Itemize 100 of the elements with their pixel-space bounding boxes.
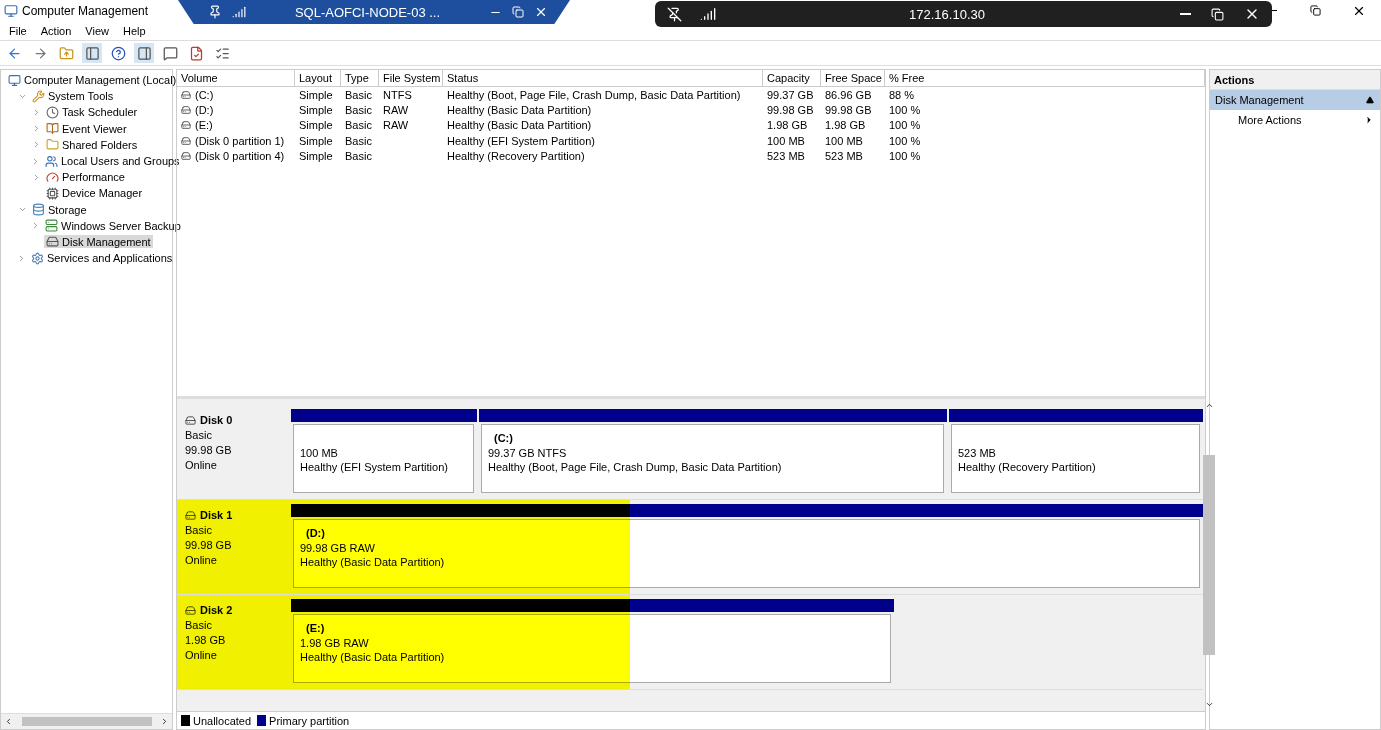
minimize-icon [1180, 13, 1191, 15]
table-cell-text: 100 % [888, 118, 922, 134]
close-icon[interactable] [534, 5, 548, 19]
tree-item[interactable]: Computer Management (Local) [6, 73, 179, 87]
partition-block[interactable]: 523 MB Healthy (Recovery Partition) [951, 424, 1200, 493]
remote-session-title: SQL-AOFCI-NODE-03 ... [293, 4, 442, 20]
comment-icon [162, 45, 178, 61]
toolbar-button[interactable] [82, 43, 102, 63]
table-cell-text: 1.98 GB [824, 118, 867, 134]
table-cell-text: Simple [298, 149, 334, 164]
table-cell: (E:) [177, 117, 295, 134]
disk-status: Online [185, 553, 218, 567]
chip-icon [46, 186, 59, 200]
table-cell-text: RAW [382, 103, 410, 118]
column-header[interactable]: Free Space [821, 70, 885, 87]
toolbar-button[interactable] [134, 43, 154, 63]
folder-up-icon [58, 45, 74, 61]
disk-size: 99.98 GB [185, 538, 233, 552]
table-cell-text: RAW [382, 118, 410, 134]
column-header[interactable]: Volume [177, 70, 295, 87]
drive-icon [181, 89, 191, 100]
table-cell-text: Basic [344, 87, 373, 103]
table-cell-text: 523 MB [766, 149, 806, 164]
app-icon [4, 3, 18, 18]
disk-type: Basic [185, 618, 213, 632]
horizontal-scrollbar[interactable] [1, 713, 172, 729]
tree-item[interactable]: Disk Management [44, 235, 153, 249]
column-header[interactable]: Status [443, 70, 763, 87]
partition-block[interactable]: (C:) 99.37 GB NTFS Healthy (Boot, Page File, Crash Dump, Basic Data Partition) [481, 424, 944, 493]
scroll-up-icon[interactable] [1204, 401, 1214, 410]
table-cell-text: 86.96 GB [824, 87, 873, 103]
tree-item[interactable]: Event Viewer [44, 122, 129, 136]
partition-label: (C:) [493, 431, 514, 446]
tree-item[interactable]: Windows Server Backup [43, 219, 183, 233]
column-header[interactable]: % Free [885, 70, 1205, 87]
restore-button[interactable] [1209, 5, 1226, 23]
column-header[interactable]: Layout [295, 70, 341, 87]
gear-icon [31, 251, 44, 265]
list-icon [214, 45, 230, 61]
disk-size: 99.98 GB [185, 443, 233, 457]
tree-item[interactable]: Performance [44, 170, 127, 184]
table-cell-text: Healthy (Basic Data Partition) [446, 118, 593, 134]
table-cell-text: Healthy (Boot, Page File, Crash Dump, Basic Data Partition) [446, 87, 742, 103]
help-icon [110, 45, 126, 61]
partition-status: Healthy (Basic Data Partition) [300, 650, 446, 665]
restore-icon[interactable] [512, 6, 524, 18]
table-cell-text: 99.98 GB [766, 103, 815, 118]
partition-size: 100 MB [300, 445, 339, 460]
restore-icon [1211, 7, 1224, 21]
menu-item[interactable]: Help [115, 21, 153, 40]
menu-item[interactable]: File [2, 21, 34, 40]
document-check-icon [188, 45, 204, 61]
server-icon [45, 219, 58, 233]
tree-item[interactable]: Task Scheduler [44, 105, 140, 119]
table-cell-text: 100 % [888, 103, 922, 118]
table-cell-text: Simple [298, 118, 334, 134]
partition-block[interactable]: 100 MB Healthy (EFI System Partition) [293, 424, 474, 493]
menu-item[interactable]: Action [33, 21, 79, 40]
tree-item[interactable]: System Tools [30, 89, 116, 103]
table-cell-text: 100 % [888, 133, 922, 149]
forward-arrow-icon [32, 45, 48, 61]
window-title: Computer Management [22, 3, 149, 18]
column-header[interactable]: File System [379, 70, 443, 87]
disk-type: Basic [185, 523, 213, 537]
legend-label: Primary partition [269, 714, 350, 727]
menu-item[interactable]: View [78, 21, 116, 40]
legend-label: Unallocated [193, 714, 252, 727]
tree-item[interactable]: Device Manager [44, 186, 145, 200]
partition-status: Healthy (Recovery Partition) [958, 460, 1097, 475]
gauge-icon [46, 170, 59, 184]
table-cell-text: Basic [344, 149, 373, 164]
partition-size: 1.98 GB RAW [300, 635, 370, 650]
pin-icon [208, 5, 222, 19]
tree-item[interactable]: Shared Folders [44, 138, 140, 152]
disk-size: 1.98 GB [185, 633, 227, 647]
disk-name: Disk 0 [185, 413, 283, 427]
table-cell: (D:) [177, 102, 295, 118]
scroll-left-icon[interactable] [4, 717, 13, 726]
panel-icon [136, 45, 152, 61]
drive-icon [181, 151, 191, 162]
table-cell: (C:) [177, 87, 295, 103]
action-link[interactable]: More Actions [1210, 110, 1380, 130]
column-header[interactable]: Type [341, 70, 379, 87]
table-cell-text: Simple [298, 133, 334, 149]
table-cell-text: Basic [344, 118, 373, 134]
scroll-down-icon[interactable] [1204, 700, 1214, 709]
column-header[interactable]: Capacity [763, 70, 821, 87]
scroll-right-icon[interactable] [160, 717, 169, 726]
disk-status: Online [185, 458, 218, 472]
tree-item[interactable]: Services and Applications [29, 251, 175, 265]
table-cell-text: 523 MB [824, 149, 864, 164]
table-cell-text: 88 % [888, 87, 916, 103]
partition-size: 99.37 GB NTFS [488, 445, 568, 460]
storage-icon [32, 203, 45, 217]
actions-section[interactable]: Disk Management [1210, 90, 1380, 110]
partition-label: (E:) [305, 621, 326, 636]
table-cell-text: 99.37 GB [766, 87, 815, 103]
tree-item[interactable]: Local Users and Groups [43, 154, 182, 168]
panel-icon [84, 45, 100, 61]
tree-item[interactable]: Storage [30, 203, 89, 217]
